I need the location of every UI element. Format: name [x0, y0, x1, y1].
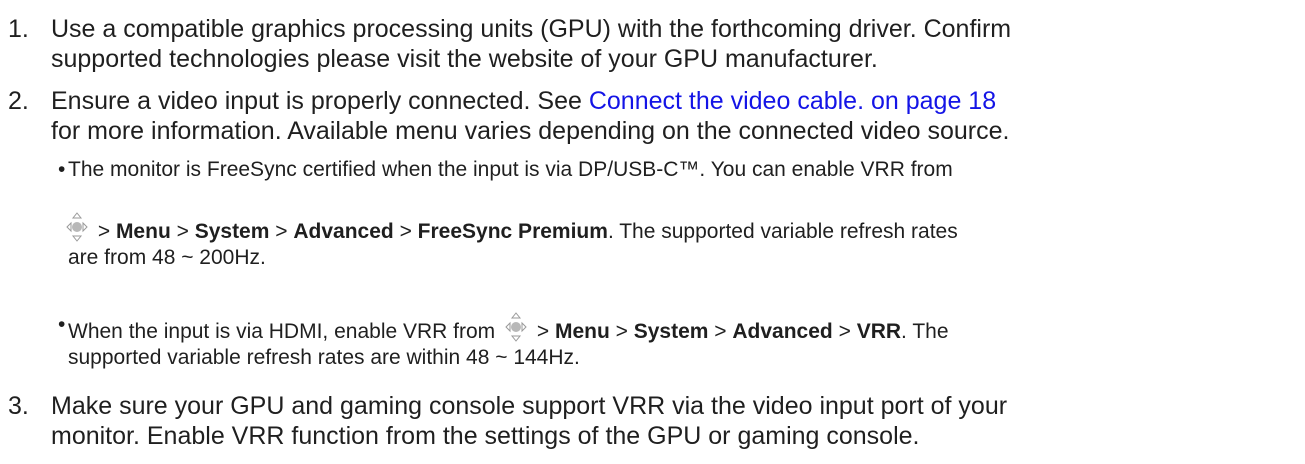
path-separator: > — [269, 220, 294, 243]
path-separator: > — [393, 220, 418, 243]
bullet-freesync-path: > Menu > System > Advanced > FreeSync Pr… — [66, 212, 1300, 271]
step-text-line: monitor. Enable VRR function from the se… — [51, 422, 920, 450]
step-text-line: Use a compatible graphics processing uni… — [51, 15, 1012, 43]
step-text-line: for more information. Available menu var… — [51, 117, 1010, 145]
menu-label: Menu — [554, 320, 610, 343]
step-1: 1. Use a compatible graphics processing … — [8, 14, 1298, 74]
bullet-hdmi: • When the input is via HDMI, enable VRR… — [58, 312, 1300, 371]
menu-label: Menu — [115, 220, 171, 243]
menu-path: When the input is via HDMI, enable VRR f… — [68, 312, 1300, 345]
step-number: 2. — [8, 87, 29, 115]
menu-path: > Menu > System > Advanced > FreeSync Pr… — [66, 212, 1300, 245]
path-separator: > — [92, 220, 116, 243]
step-text-line: supported technologies please visit the … — [51, 45, 878, 73]
vrr-label: VRR — [856, 320, 902, 343]
bullet-text-line: are from 48 ~ 200Hz. — [68, 246, 266, 269]
path-separator: > — [531, 320, 555, 343]
step-number: 3. — [8, 392, 29, 420]
bullet-text: When the input is via HDMI, enable VRR f… — [68, 320, 496, 343]
five-way-controller-icon — [66, 212, 88, 242]
connect-video-cable-link[interactable]: Connect the video cable. on page 18 — [589, 87, 996, 115]
system-label: System — [194, 220, 270, 243]
bullet-marker: • — [58, 313, 66, 336]
step-text-line: Make sure your GPU and gaming console su… — [51, 392, 1008, 420]
bullet-text-line: supported variable refresh rates are wit… — [68, 346, 580, 369]
bullet-text: . The — [901, 320, 949, 343]
five-way-controller-icon — [505, 312, 527, 342]
step-3: 3. Make sure your GPU and gaming console… — [8, 391, 1298, 451]
bullet-text-line: The monitor is FreeSync certified when t… — [68, 158, 953, 181]
path-separator: > — [832, 320, 857, 343]
bullet-marker: • — [58, 158, 66, 181]
system-label: System — [633, 320, 709, 343]
freesync-premium-label: FreeSync Premium — [417, 220, 608, 243]
step-number: 1. — [8, 15, 29, 43]
path-separator: > — [170, 220, 195, 243]
path-separator: > — [609, 320, 634, 343]
step-text: Ensure a video input is properly connect… — [51, 87, 589, 115]
step-2: 2. Ensure a video input is properly conn… — [8, 86, 1298, 146]
advanced-label: Advanced — [732, 320, 833, 343]
bullet-text: . The supported variable refresh rates — [607, 220, 958, 243]
advanced-label: Advanced — [293, 220, 394, 243]
bullet-freesync: • The monitor is FreeSync certified when… — [58, 157, 1300, 183]
path-separator: > — [708, 320, 733, 343]
step-text-line: Ensure a video input is properly connect… — [51, 86, 1298, 116]
